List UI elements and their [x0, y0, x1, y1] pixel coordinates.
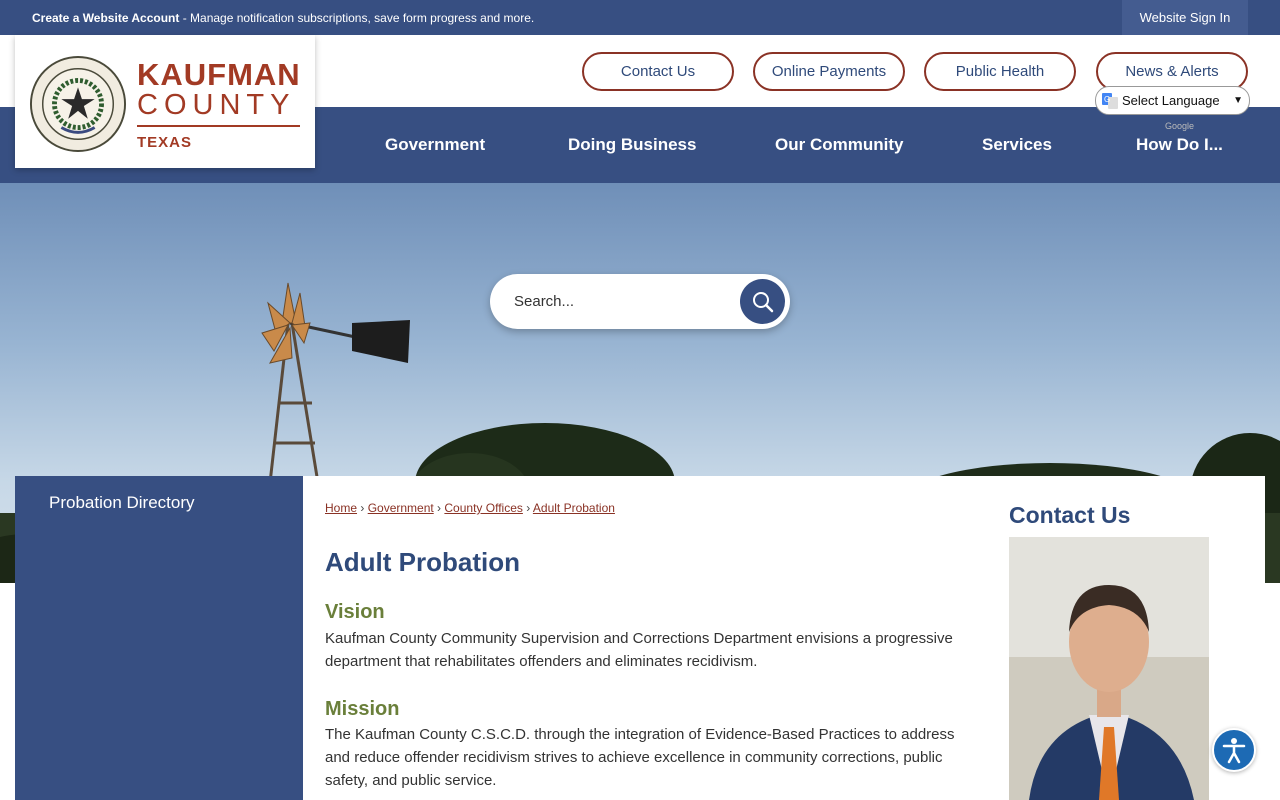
account-description: - Manage notification subscriptions, sav… [179, 11, 535, 25]
vision-heading: Vision [325, 601, 385, 623]
vision-text: Kaufman County Community Supervision and… [325, 630, 953, 670]
search-input[interactable] [514, 289, 724, 313]
chevron-down-icon: ▼ [1233, 95, 1243, 106]
nav-services[interactable]: Services [982, 135, 1052, 155]
sign-in-button[interactable]: Website Sign In [1122, 0, 1248, 35]
logo-title: KAUFMAN [137, 57, 301, 92]
logo-county: COUNTY [137, 89, 296, 121]
breadcrumb-adult-probation[interactable]: Adult Probation [533, 501, 615, 515]
language-label: Select Language [1122, 93, 1220, 108]
nav-how-do-i[interactable]: How Do I... [1136, 135, 1223, 155]
breadcrumb-government[interactable]: Government [368, 501, 434, 515]
nav-our-community[interactable]: Our Community [775, 135, 903, 155]
accessibility-icon [1222, 738, 1246, 764]
logo-divider [137, 125, 300, 127]
mission-text: The Kaufman County C.S.C.D. through the … [325, 726, 955, 789]
online-payments-button[interactable]: Online Payments [753, 52, 905, 91]
breadcrumb: Home › Government › County Offices › Adu… [325, 501, 615, 515]
contact-portrait-image [1009, 537, 1209, 800]
logo-state: TEXAS [137, 134, 193, 151]
utility-bar: Create a Website Account - Manage notifi… [0, 0, 1280, 35]
breadcrumb-county-offices[interactable]: County Offices [444, 501, 522, 515]
breadcrumb-home[interactable]: Home [325, 501, 357, 515]
sidebar: Probation Directory [15, 476, 303, 800]
site-search [490, 274, 790, 329]
page-title: Adult Probation [325, 547, 520, 577]
public-health-button[interactable]: Public Health [924, 52, 1076, 91]
contact-photo [1009, 537, 1209, 800]
contact-heading: Contact Us [1009, 502, 1131, 528]
accessibility-button[interactable] [1212, 728, 1256, 772]
create-account-link[interactable]: Create a Website Account [32, 11, 179, 25]
account-prompt: Create a Website Account - Manage notifi… [32, 11, 534, 25]
search-icon [752, 291, 773, 312]
contact-us-button[interactable]: Contact Us [582, 52, 734, 91]
mission-heading: Mission [325, 698, 400, 720]
county-logo[interactable]: KAUFMAN COUNTY TEXAS [15, 35, 315, 168]
google-translate-icon: G [1102, 92, 1118, 109]
sidebar-item-probation-directory[interactable]: Probation Directory [49, 493, 195, 513]
powered-by-google: Google [1165, 121, 1195, 131]
search-button[interactable] [740, 279, 785, 324]
county-seal-icon [29, 55, 127, 153]
nav-doing-business[interactable]: Doing Business [568, 135, 696, 155]
language-select[interactable]: G Select Language ▼ [1095, 86, 1250, 115]
nav-government[interactable]: Government [385, 135, 485, 155]
svg-text:G: G [1104, 95, 1110, 104]
